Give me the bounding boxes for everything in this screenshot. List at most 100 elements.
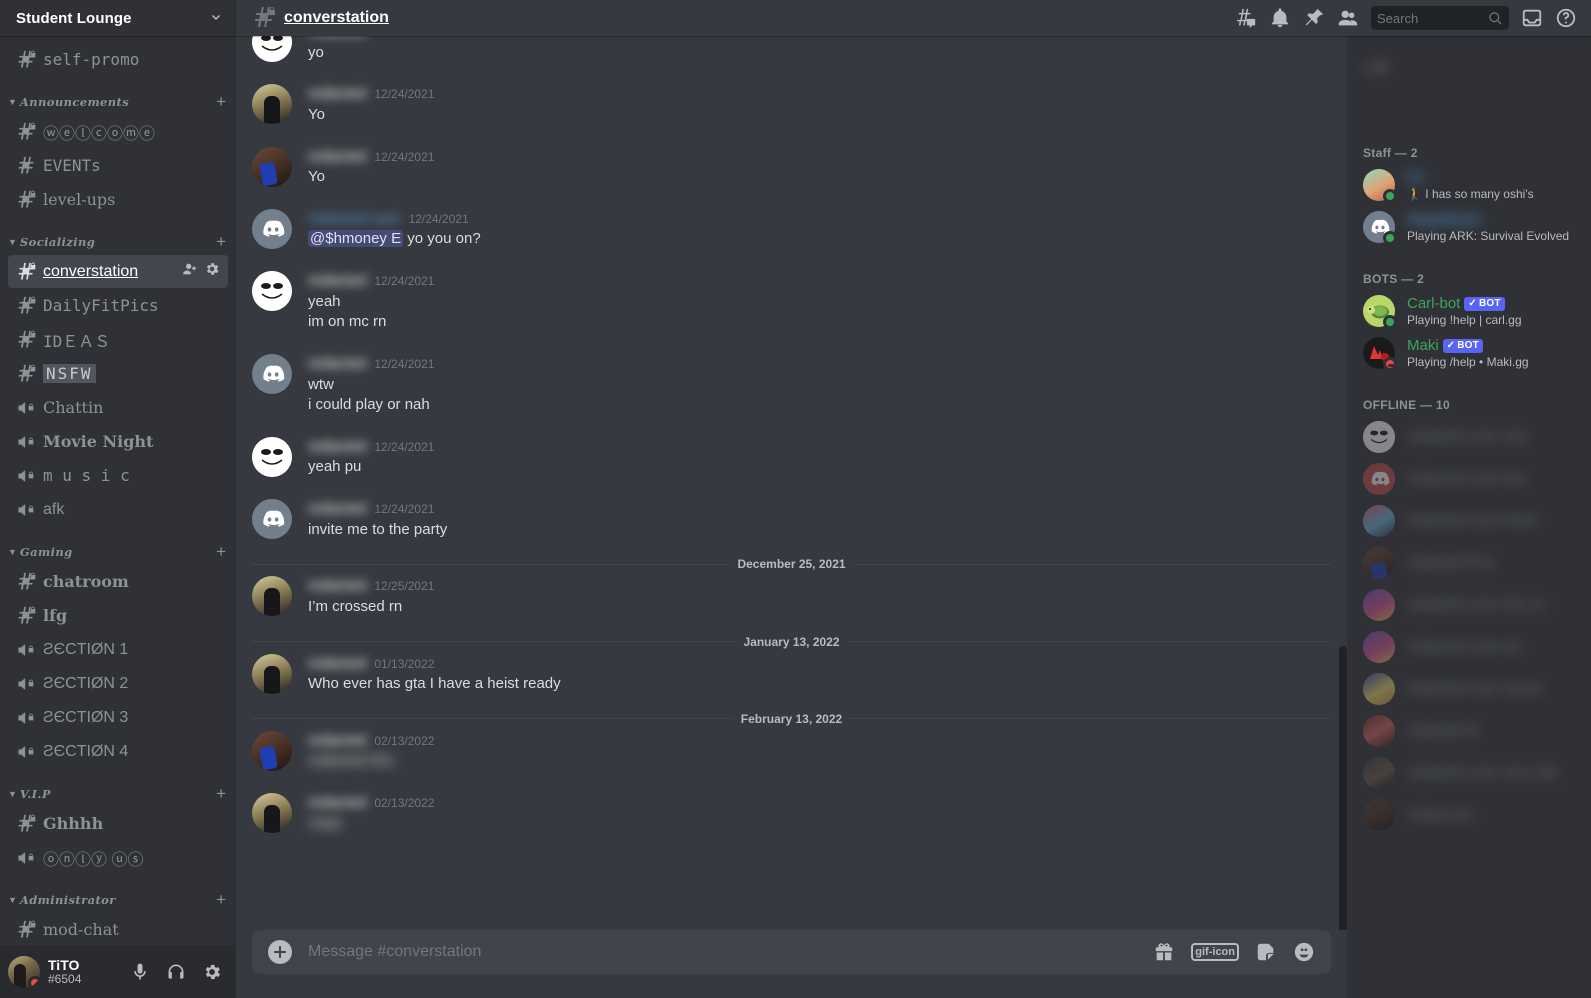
- avatar[interactable]: [252, 730, 292, 771]
- message-author[interactable]: redacted: [308, 793, 366, 814]
- message-list[interactable]: redacted yo redacted 12/24/2021: [236, 36, 1347, 930]
- category-administrator[interactable]: ▼ Administrator +: [0, 875, 236, 912]
- search-input[interactable]: [1377, 10, 1477, 26]
- attach-plus-icon[interactable]: [268, 940, 292, 964]
- avatar[interactable]: [252, 208, 292, 249]
- sidebar-channel-ghhhh[interactable]: Ghhhh: [8, 807, 228, 840]
- avatar[interactable]: [252, 793, 292, 833]
- message-input[interactable]: [308, 932, 1154, 972]
- avatar[interactable]: [252, 271, 292, 311]
- message-author[interactable]: redacted: [308, 437, 366, 458]
- avatar[interactable]: [252, 499, 292, 539]
- member-list[interactable]: — 1 Staff — 2 EJ 🚶 I has so many oshi's: [1347, 36, 1591, 998]
- inbox-icon[interactable]: [1515, 1, 1549, 35]
- user-identity[interactable]: TiTO #6504: [48, 957, 124, 987]
- category-gaming[interactable]: ▼ Gaming +: [0, 527, 236, 564]
- member-row[interactable]: EJ 🚶 I has so many oshi's: [1355, 164, 1583, 206]
- sidebar-channel-section-3[interactable]: ƧЄCTIØN 3: [8, 701, 228, 734]
- avatar[interactable]: [1363, 295, 1397, 329]
- members-icon[interactable]: [1331, 1, 1365, 35]
- avatar[interactable]: [1363, 211, 1397, 245]
- message-author[interactable]: redacted: [308, 499, 366, 520]
- sidebar-channel-events[interactable]: EVENTs: [8, 149, 228, 182]
- member-row[interactable]: redacted user one: [1355, 416, 1583, 458]
- sidebar-channel-section-2[interactable]: ƧЄCTIØN 2: [8, 667, 228, 700]
- sidebar-channel-afk[interactable]: afk: [8, 493, 228, 526]
- avatar[interactable]: [8, 955, 40, 988]
- message-author[interactable]: redacted: [308, 731, 366, 752]
- avatar[interactable]: [1363, 547, 1395, 579]
- sidebar-channel-dailyfitpics[interactable]: DailyFitPics: [8, 289, 228, 322]
- user-mention[interactable]: @$hmoney E: [308, 230, 404, 248]
- sidebar-channel-movie-night[interactable]: Movie Night: [8, 425, 228, 458]
- avatar[interactable]: [252, 84, 292, 125]
- sidebar-channel-chatroom[interactable]: chatroom: [8, 565, 228, 598]
- add-channel-button[interactable]: +: [216, 93, 226, 110]
- avatar[interactable]: [252, 436, 292, 477]
- add-channel-button[interactable]: +: [216, 233, 226, 250]
- avatar[interactable]: [1363, 337, 1397, 371]
- message-scrollbar-thumb[interactable]: [1339, 646, 1347, 930]
- sidebar-channel-self-promo[interactable]: self-promo: [8, 43, 228, 76]
- sidebar-channel-level-ups[interactable]: level-ups: [8, 183, 228, 216]
- sidebar-channel-converstation[interactable]: converstation: [8, 255, 228, 288]
- category-socializing[interactable]: ▼ Socializing +: [0, 217, 236, 254]
- member-row[interactable]: Carl-bot ✓ BOT Playing !help | carl.gg: [1355, 290, 1583, 332]
- add-channel-button[interactable]: +: [216, 891, 226, 908]
- sidebar-channel-lfg[interactable]: lfg: [8, 599, 228, 632]
- gif-icon[interactable]: gif-icon: [1191, 943, 1239, 961]
- create-invite-icon[interactable]: [182, 261, 198, 282]
- pin-icon[interactable]: [1297, 1, 1331, 35]
- message-author[interactable]: redacted-ryan: [308, 209, 401, 230]
- emoji-icon[interactable]: [1293, 941, 1315, 963]
- channel-list[interactable]: self-promo ▼ Announcements + ⓦⓔⓛⓒⓞⓜⓔ EVE…: [0, 36, 236, 945]
- avatar[interactable]: [1363, 421, 1395, 453]
- message-author[interactable]: redacted: [308, 147, 366, 168]
- sticker-icon[interactable]: [1255, 941, 1277, 963]
- member-row[interactable]: redacted user two: [1355, 458, 1583, 500]
- category-announcements[interactable]: ▼ Announcements +: [0, 77, 236, 114]
- sidebar-channel-welcome[interactable]: ⓦⓔⓛⓒⓞⓜⓔ: [8, 115, 228, 148]
- edit-channel-gear-icon[interactable]: [204, 261, 220, 282]
- avatar[interactable]: [252, 653, 292, 694]
- headphones-icon[interactable]: [160, 956, 192, 988]
- avatar[interactable]: [252, 576, 292, 617]
- member-row[interactable]: redacted user seven: [1355, 668, 1583, 710]
- message-scrollbar[interactable]: [1338, 36, 1347, 930]
- avatar[interactable]: [1363, 631, 1395, 663]
- gift-icon[interactable]: [1153, 941, 1175, 963]
- avatar[interactable]: [252, 353, 292, 394]
- avatar[interactable]: [1363, 799, 1395, 831]
- member-row[interactable]: redacted user six: [1355, 626, 1583, 668]
- avatar[interactable]: [1363, 463, 1395, 495]
- member-row[interactable]: redacted 8: [1355, 710, 1583, 752]
- microphone-icon[interactable]: [124, 956, 156, 988]
- sidebar-channel-music[interactable]: m u s i c: [8, 459, 228, 492]
- sidebar-channel-section-4[interactable]: ƧЄCTIØN 4: [8, 735, 228, 768]
- composer-box[interactable]: gif-icon: [252, 930, 1331, 974]
- avatar[interactable]: [1363, 673, 1395, 705]
- help-icon[interactable]: [1549, 1, 1583, 35]
- message-author[interactable]: redacted: [308, 576, 366, 597]
- bell-icon[interactable]: [1263, 1, 1297, 35]
- member-row[interactable]: redacted four: [1355, 542, 1583, 584]
- message-author[interactable]: redacted: [308, 354, 366, 375]
- avatar[interactable]: [1363, 169, 1397, 203]
- sidebar-channel-only-us[interactable]: ⓞⓝⓛⓨ ⓤⓢ: [8, 841, 228, 874]
- message-author[interactable]: redacted: [308, 36, 366, 43]
- member-row[interactable]: RapaiRyan Playing ARK: Survival Evolved: [1355, 206, 1583, 248]
- member-row[interactable]: redacted user five xx: [1355, 584, 1583, 626]
- avatar[interactable]: [1363, 505, 1395, 537]
- sidebar-channel-ideas[interactable]: IDＥＡＳ: [8, 323, 228, 356]
- sidebar-channel-section-1[interactable]: ƧЄCTIØN 1: [8, 633, 228, 666]
- message-author[interactable]: redacted: [308, 654, 366, 675]
- sidebar-channel-mod-chat[interactable]: mod-chat: [8, 913, 228, 945]
- member-row[interactable]: redacted user nine abc: [1355, 752, 1583, 794]
- gear-icon[interactable]: [196, 956, 228, 988]
- server-header[interactable]: Student Lounge: [0, 0, 236, 36]
- sidebar-channel-nsfw[interactable]: NSFW: [8, 357, 228, 390]
- sidebar-channel-chattin[interactable]: Chattin: [8, 391, 228, 424]
- avatar[interactable]: [252, 36, 292, 62]
- member-row[interactable]: Maki ✓ BOT Playing /help • Maki.gg: [1355, 332, 1583, 374]
- avatar[interactable]: [1363, 715, 1395, 747]
